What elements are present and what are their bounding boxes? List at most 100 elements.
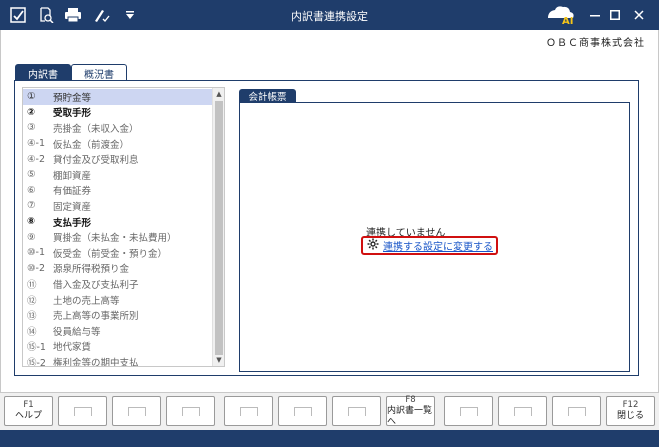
fkey-empty-button[interactable] [444,396,493,426]
list-item-label: 売掛金（未収入金） [53,123,139,135]
fkey-blank-indicator [459,406,478,416]
list-item-label: 貸付金及び受取利息 [53,155,139,167]
fkey-f8-button[interactable]: F8 内訳書一覧へ [386,394,435,427]
list-item[interactable]: ⑤ 棚卸資産 [23,167,213,183]
list-item-label: 土地の売上高等 [53,295,120,307]
printer-icon[interactable] [63,5,83,25]
list-item-label: 売上高等の事業所別 [53,311,139,323]
form-list[interactable]: ① 預貯金等 ② 受取手形 ③ 売掛金（未収入金） ④-1 仮払金（前渡金） ④-2 貸付金及び受… [22,87,225,367]
list-item[interactable]: ⑨ 買掛金（未払金・未払費用） [23,229,213,245]
change-link-setting-label: 連携する設定に変更する [383,242,493,253]
list-item-label: 受取手形 [53,108,92,120]
maximize-icon[interactable] [602,4,628,26]
list-item-number: ④-1 [27,138,45,150]
fkey-label: 閉じる [616,411,644,421]
list-item-label: 役員給与等 [53,326,101,338]
close-icon[interactable] [626,4,652,26]
list-item[interactable]: ② 受取手形 [23,105,213,121]
fkey-label: ヘルプ [14,411,42,421]
scroll-down-icon[interactable]: ▼ [213,354,225,366]
fkey-empty-button[interactable] [224,396,273,426]
list-item-label: 預貯金等 [53,92,92,104]
fkey-blank-indicator [513,406,532,416]
fkey-blank-indicator [73,406,92,416]
app-logo-icon [8,5,28,25]
fkey-empty-button[interactable] [498,396,547,426]
list-item[interactable]: ⑬ 売上高等の事業所別 [23,307,213,323]
fkey-empty-button[interactable] [552,396,601,426]
fkey-blank-indicator [127,406,146,416]
list-item-number: ④-2 [27,153,45,165]
list-item-label: 権利金等の期中支払 [53,357,139,367]
list-item[interactable]: ⑩-2 源泉所得税預り金 [23,261,213,277]
status-bar [0,430,659,447]
magnifier-page-icon[interactable] [36,5,56,25]
fkey-f12-button[interactable]: F12 閉じる [606,396,655,426]
list-item-label: 固定資産 [53,201,92,213]
fkey-label: 内訳書一覧へ [387,405,433,427]
list-item-label: 仮払金（前渡金） [53,139,130,151]
fkey-empty-button[interactable] [166,396,215,426]
list-item-number: ⑧ [27,216,36,228]
change-link-setting-link[interactable]: 連携する設定に変更する [361,236,498,255]
list-item-label: 支払手形 [53,217,92,229]
list-item-label: 借入金及び支払利子 [53,279,139,291]
list-item-label: 有価証券 [53,186,92,198]
fkey-f1-button[interactable]: F1 ヘルプ [4,396,53,426]
ai-assistant-icon[interactable]: AI [544,5,578,26]
fkey-empty-button[interactable] [332,396,381,426]
list-item-label: 買掛金（未払金・未払費用） [53,233,177,245]
list-item-number: ⑭ [27,326,37,338]
list-scrollbar[interactable]: ▲ ▼ [212,88,224,366]
list-item-number: ⑨ [27,231,36,243]
list-item-number: ⑬ [27,311,37,323]
list-item-number: ⑮-2 [27,357,46,367]
tab-uchiwakesho[interactable]: 内訳書 [15,64,71,81]
list-item[interactable]: ④-2 貸付金及び受取利息 [23,151,213,167]
fkey-empty-button[interactable] [58,396,107,426]
list-item-label: 棚卸資産 [53,170,92,182]
list-item[interactable]: ⑮-2 権利金等の期中支払 [23,354,213,367]
list-item[interactable]: ⑪ 借入金及び支払利子 [23,276,213,292]
list-item-number: ⑦ [27,200,36,212]
list-item-number: ⑥ [27,184,36,196]
pen-check-icon[interactable] [92,5,112,25]
list-item[interactable]: ④-1 仮払金（前渡金） [23,136,213,152]
list-item[interactable]: ⑧ 支払手形 [23,214,213,230]
list-item[interactable]: ③ 売掛金（未収入金） [23,120,213,136]
list-item-number: ⑤ [27,169,36,181]
dropdown-arrow-icon[interactable] [120,5,140,25]
title-bar: 内訳書連携設定 AI [0,0,659,30]
list-item[interactable]: ⑫ 土地の売上高等 [23,292,213,308]
list-item[interactable]: ⑮-1 地代家賃 [23,339,213,355]
list-item[interactable]: ⑭ 役員給与等 [23,323,213,339]
list-item-number: ② [27,106,36,118]
list-item[interactable]: ⑦ 固定資産 [23,198,213,214]
fkey-name: F12 [622,400,639,410]
fkey-blank-indicator [347,406,366,416]
list-item-label: 源泉所得税預り金 [53,264,130,276]
fkey-empty-button[interactable] [278,396,327,426]
list-item[interactable]: ⑩-1 仮受金（前受金・預り金） [23,245,213,261]
list-item[interactable]: ① 預貯金等 [23,89,213,105]
list-item-number: ⑪ [27,279,37,291]
list-item[interactable]: ⑥ 有価証券 [23,183,213,199]
tab-gaikyosho[interactable]: 概況書 [71,64,127,81]
gear-icon [367,238,379,253]
scroll-thumb[interactable] [215,101,223,355]
fkey-blank-indicator [567,406,586,416]
fkey-name: F8 [405,394,416,405]
scroll-up-icon[interactable]: ▲ [213,88,225,100]
fkey-blank-indicator [293,406,312,416]
fkey-name: F1 [23,400,34,410]
list-item-number: ⑫ [27,295,37,307]
list-item-label: 仮受金（前受金・預り金） [53,248,168,260]
list-item-number: ⑮-1 [27,342,46,354]
fkey-empty-button[interactable] [112,396,161,426]
tab-kaikei-chohyo[interactable]: 会計帳票 [239,89,296,103]
fkey-blank-indicator [181,406,200,416]
list-item-number: ① [27,91,36,103]
company-name: ＯＢＣ商事株式会社 [546,38,645,49]
list-item-number: ⑩-1 [27,247,45,259]
list-item-label: 地代家賃 [53,342,92,354]
